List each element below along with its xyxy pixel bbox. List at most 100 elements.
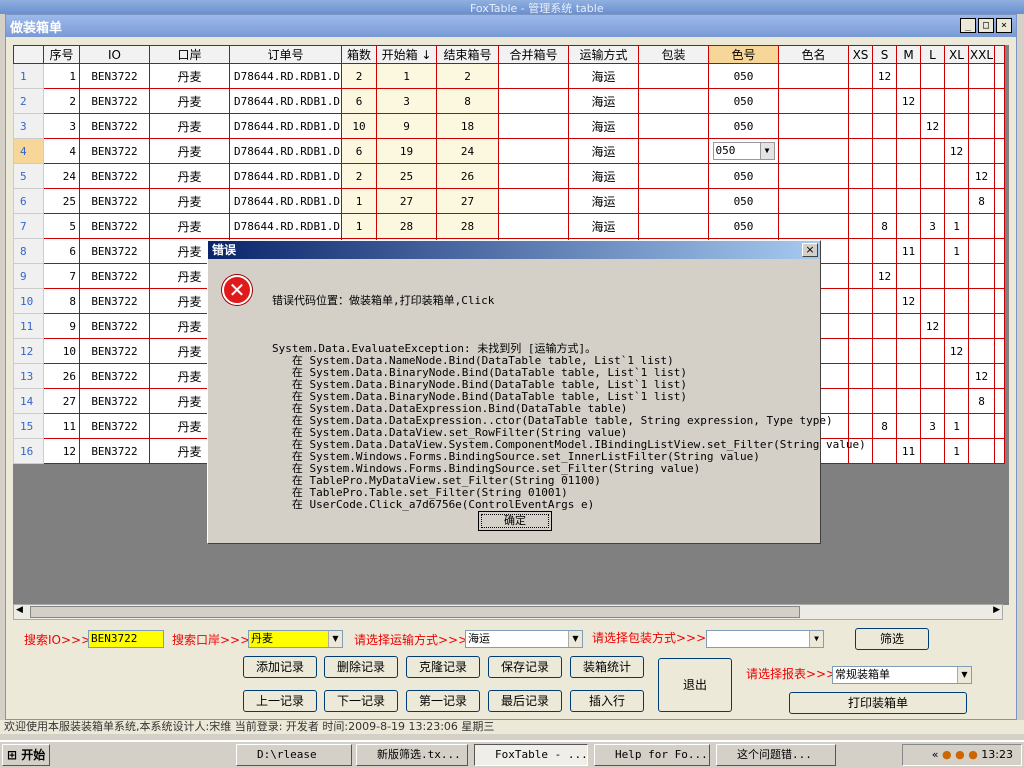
cell-xxl[interactable]: [968, 263, 995, 289]
column-header[interactable]: 结束箱号: [436, 45, 499, 64]
cell-s[interactable]: [872, 163, 897, 189]
cell-s[interactable]: [872, 288, 897, 314]
cell-extra[interactable]: [994, 313, 1005, 339]
cell-extra[interactable]: [994, 113, 1005, 139]
exit-button[interactable]: 退出: [658, 658, 732, 712]
cell-color[interactable]: 050: [708, 63, 779, 89]
cell-ship[interactable]: 海运: [568, 88, 639, 114]
row-number[interactable]: 6: [13, 188, 44, 214]
cell-port[interactable]: 丹麦: [149, 138, 230, 164]
cell-m[interactable]: [896, 313, 921, 339]
cell-l[interactable]: [920, 388, 945, 414]
cell-s[interactable]: [872, 138, 897, 164]
row-number[interactable]: 7: [13, 213, 44, 239]
cell-boxes[interactable]: 10: [341, 113, 377, 139]
cell-port[interactable]: 丹麦: [149, 163, 230, 189]
add-record-button[interactable]: 添加记录: [243, 656, 317, 678]
cell-io[interactable]: BEN3722: [79, 88, 150, 114]
scroll-right-icon[interactable]: ▶: [993, 605, 1000, 615]
cell-order[interactable]: D78644.RD.RDB1.D: [229, 63, 342, 89]
chevron-down-icon[interactable]: ▼: [568, 631, 582, 647]
cell-s[interactable]: [872, 388, 897, 414]
cell-s[interactable]: [872, 113, 897, 139]
cell-boxes[interactable]: 1: [341, 188, 377, 214]
row-number[interactable]: 8: [13, 238, 44, 264]
cell-ship[interactable]: 海运: [568, 213, 639, 239]
cell-xs[interactable]: [848, 88, 873, 114]
cell-s[interactable]: [872, 238, 897, 264]
row-number-header[interactable]: [13, 45, 44, 64]
search-io-input[interactable]: BEN3722: [88, 630, 164, 648]
cell-extra[interactable]: [994, 438, 1005, 464]
cell-end[interactable]: 28: [436, 213, 499, 239]
cell-xxl[interactable]: [968, 138, 995, 164]
cell-l[interactable]: 12: [920, 313, 945, 339]
search-port-select[interactable]: 丹麦 ▼: [248, 630, 343, 648]
cell-seq[interactable]: 8: [43, 288, 80, 314]
cell-cname[interactable]: [778, 163, 849, 189]
column-header[interactable]: [994, 45, 1005, 64]
cell-xs[interactable]: [848, 238, 873, 264]
filter-button[interactable]: 筛选: [855, 628, 929, 650]
delete-record-button[interactable]: 删除记录: [324, 656, 398, 678]
cell-io[interactable]: BEN3722: [79, 188, 150, 214]
cell-xl[interactable]: [944, 188, 969, 214]
cell-xxl[interactable]: 12: [968, 363, 995, 389]
column-header[interactable]: 口岸: [149, 45, 230, 64]
cell-xs[interactable]: [848, 188, 873, 214]
cell-xs[interactable]: [848, 163, 873, 189]
cell-color[interactable]: 050: [708, 163, 779, 189]
cell-pack[interactable]: [638, 188, 709, 214]
cell-m[interactable]: [896, 338, 921, 364]
cell-start[interactable]: 19: [376, 138, 437, 164]
cell-m[interactable]: 11: [896, 238, 921, 264]
chevron-down-icon[interactable]: ▼: [759, 143, 774, 159]
cell-extra[interactable]: [994, 338, 1005, 364]
cell-end[interactable]: 2: [436, 63, 499, 89]
cell-boxes[interactable]: 1: [341, 213, 377, 239]
cell-order[interactable]: D78644.RD.RDB1.D: [229, 113, 342, 139]
cell-seq[interactable]: 12: [43, 438, 80, 464]
cell-io[interactable]: BEN3722: [79, 313, 150, 339]
task-notepad[interactable]: 新版筛选.tx...: [356, 744, 468, 766]
cell-io[interactable]: BEN3722: [79, 388, 150, 414]
cell-extra[interactable]: [994, 213, 1005, 239]
maximize-button[interactable]: □: [978, 18, 994, 33]
cell-l[interactable]: 3: [920, 213, 945, 239]
cell-start[interactable]: 1: [376, 63, 437, 89]
chevron-down-icon[interactable]: ▼: [809, 631, 823, 647]
cell-io[interactable]: BEN3722: [79, 63, 150, 89]
minimize-button[interactable]: _: [960, 18, 976, 33]
column-header[interactable]: 包装: [638, 45, 709, 64]
cell-m[interactable]: [896, 188, 921, 214]
cell-m[interactable]: 12: [896, 288, 921, 314]
column-header[interactable]: 色号: [708, 45, 779, 64]
cell-l[interactable]: [920, 138, 945, 164]
table-row[interactable]: 5 24 BEN3722 丹麦 D78644.RD.RDB1.D 2 25 26 海运 050 12: [13, 163, 1005, 189]
ok-button[interactable]: 确定: [478, 511, 552, 531]
cell-xl[interactable]: [944, 288, 969, 314]
cell-end[interactable]: 8: [436, 88, 499, 114]
cell-l[interactable]: [920, 288, 945, 314]
cell-order[interactable]: D78644.RD.RDB1.D: [229, 213, 342, 239]
scroll-left-icon[interactable]: ◀: [16, 605, 23, 615]
cell-l[interactable]: 3: [920, 413, 945, 439]
cell-extra[interactable]: [994, 263, 1005, 289]
cell-s[interactable]: [872, 338, 897, 364]
cell-extra[interactable]: [994, 88, 1005, 114]
report-select[interactable]: 常规装箱单 ▼: [832, 666, 972, 684]
cell-xxl[interactable]: [968, 213, 995, 239]
cell-ship[interactable]: 海运: [568, 63, 639, 89]
cell-l[interactable]: [920, 88, 945, 114]
cell-xl[interactable]: 12: [944, 138, 969, 164]
cell-xxl[interactable]: [968, 413, 995, 439]
column-header[interactable]: S: [872, 45, 897, 64]
cell-io[interactable]: BEN3722: [79, 363, 150, 389]
save-record-button[interactable]: 保存记录: [488, 656, 562, 678]
cell-cname[interactable]: [778, 213, 849, 239]
cell-extra[interactable]: [994, 413, 1005, 439]
chevron-down-icon[interactable]: ▼: [328, 631, 342, 647]
cell-io[interactable]: BEN3722: [79, 213, 150, 239]
cell-pack[interactable]: [638, 88, 709, 114]
row-number[interactable]: 9: [13, 263, 44, 289]
